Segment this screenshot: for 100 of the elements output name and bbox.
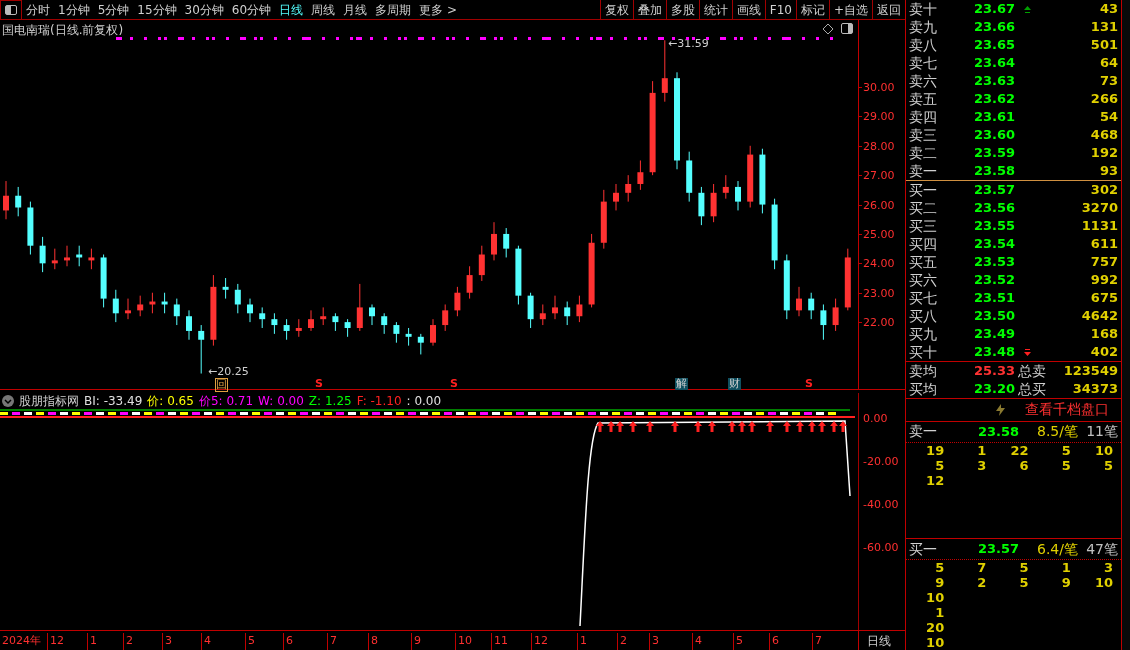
order-level-label: 卖二 [909, 143, 938, 163]
collapse-icon[interactable] [2, 395, 14, 407]
order-level-label: 买三 [909, 216, 938, 236]
up-arrow-icon [748, 421, 756, 432]
period-tab[interactable]: 周线 [307, 0, 340, 20]
candlestick [88, 248, 95, 270]
queue-volume: 5 [1018, 575, 1030, 590]
lightning-icon [996, 403, 1005, 416]
date-axis-label: 12 [47, 633, 64, 650]
date-axis-label: 5 [245, 633, 255, 650]
y-axis-label: -20.00 [863, 454, 899, 470]
toolbar-button[interactable]: +自选 [828, 0, 872, 20]
queue-count: 47笔 [1086, 539, 1118, 559]
period-tab[interactable]: 30分钟 [180, 0, 228, 20]
period-tab[interactable]: 日线 [275, 0, 308, 20]
order-price: 23.61 [974, 108, 1017, 127]
period-tab[interactable]: 月线 [339, 0, 372, 20]
candlestick [637, 159, 644, 191]
order-price: 23.48 [974, 343, 1017, 362]
toolbar-button[interactable]: 复权 [599, 0, 633, 20]
panel-toggle-icon[interactable] [5, 4, 17, 15]
order-price: 23.66 [974, 18, 1017, 37]
candlestick [478, 245, 485, 282]
period-tab[interactable]: 分时 [22, 0, 54, 20]
period-tab[interactable]: 5分钟 [93, 0, 134, 20]
event-marker[interactable]: 财 [728, 378, 741, 390]
high-price-label: ←31.59 [668, 38, 709, 50]
order-volume: 54 [1098, 108, 1118, 127]
up-arrow-icon [708, 421, 716, 432]
order-volume: 4642 [1080, 307, 1118, 326]
queue-volume: 3 [976, 457, 988, 473]
signal-marker[interactable]: S [315, 378, 323, 390]
candlestick [466, 265, 473, 300]
queue-volume: 7 [976, 560, 988, 575]
up-arrow-icon [629, 421, 637, 432]
order-price: 23.65 [974, 36, 1017, 55]
order-volume: 266 [1089, 90, 1118, 109]
order-price: 23.56 [974, 199, 1017, 218]
order-level-label: 卖九 [909, 17, 938, 37]
y-axis-label: 28.00 [863, 138, 895, 155]
candlestick [247, 298, 253, 323]
period-tab[interactable]: 15分钟 [133, 0, 181, 20]
toolbar-button[interactable]: 叠加 [632, 0, 666, 20]
period-tab[interactable]: 更多 > [415, 0, 461, 20]
queue-count: 11笔 [1086, 422, 1118, 442]
date-axis-label: 7 [812, 633, 822, 650]
event-marker[interactable]: 解 [675, 378, 688, 390]
order-price: 23.49 [974, 325, 1017, 344]
queue-volume: 5 [1060, 442, 1072, 458]
order-level-label: 卖三 [909, 125, 938, 145]
candlestick [796, 286, 802, 317]
candlestick [64, 245, 70, 267]
average-price: 23.20 [974, 380, 1017, 399]
event-marker[interactable]: 回 [215, 378, 228, 392]
order-price: 23.62 [974, 90, 1017, 109]
toolbar-button[interactable]: 画线 [731, 0, 765, 20]
order-volume: 1131 [1080, 217, 1118, 236]
candlestick [173, 298, 180, 326]
order-volume: 73 [1098, 72, 1118, 91]
panel-toggle-icon[interactable] [841, 23, 853, 34]
candlestick [271, 312, 278, 335]
period-tab[interactable]: 1分钟 [54, 0, 94, 20]
period-tab[interactable]: 60分钟 [227, 0, 276, 20]
candlestick [625, 174, 632, 203]
queue-volume: 10 [925, 590, 946, 605]
date-axis-label: 1 [87, 633, 97, 650]
toolbar-button[interactable]: F10 [764, 0, 796, 20]
toolbar-button[interactable]: 标记 [795, 0, 829, 20]
signal-marker[interactable]: S [450, 378, 458, 390]
period-tab[interactable]: 多周期 [371, 0, 416, 20]
indicator-value: W: 0.00 [258, 393, 304, 410]
date-axis-label: 6 [283, 633, 293, 650]
toolbar-button[interactable]: 多股 [665, 0, 699, 20]
order-volume: 131 [1089, 18, 1118, 37]
order-price: 23.51 [974, 289, 1017, 308]
toolbar-button[interactable]: 返回 [872, 0, 905, 20]
order-volume: 757 [1089, 253, 1118, 272]
queue-volume: 10 [1093, 575, 1114, 590]
order-price: 23.54 [974, 235, 1017, 254]
queue-volume: 2 [976, 575, 988, 590]
candlestick [491, 221, 497, 261]
date-axis-label: 4 [201, 633, 211, 650]
date-axis-label: 11 [491, 633, 508, 650]
signal-marker[interactable]: S [805, 378, 813, 390]
y-axis-label: 0.00 [863, 411, 888, 427]
order-price: 23.53 [974, 253, 1017, 272]
indicator-value: : 0.00 [406, 393, 442, 410]
depth-link[interactable]: 查看千档盘口 [1025, 399, 1109, 421]
candlestick [234, 283, 241, 314]
order-volume: 501 [1089, 36, 1118, 55]
diamond-icon[interactable] [823, 24, 833, 34]
queue-level-label: 卖一 [909, 422, 938, 442]
down-arrow-icon [1024, 348, 1031, 356]
order-volume: 402 [1089, 343, 1118, 362]
indicator-value: Z: 1.25 [308, 393, 352, 410]
indicator-value: BI: -33.49 [84, 393, 143, 410]
toolbar-button[interactable]: 统计 [698, 0, 732, 20]
up-arrow-icon [738, 421, 746, 432]
candlestick [503, 227, 510, 258]
queue-volume: 22 [1009, 442, 1030, 458]
